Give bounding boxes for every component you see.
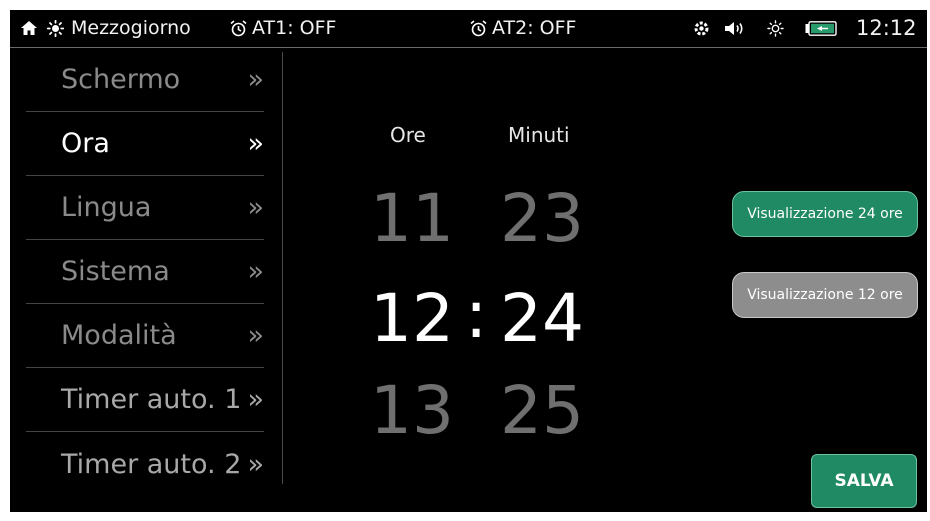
time-separator: : bbox=[465, 276, 488, 353]
hours-column-label: Ore bbox=[390, 123, 426, 147]
chevron-right-icon: » bbox=[247, 192, 264, 223]
sidebar-item-label: Timer auto. 2 bbox=[61, 448, 242, 480]
hours-prev-value[interactable]: 11 bbox=[370, 186, 454, 252]
home-icon[interactable] bbox=[20, 19, 38, 37]
status-bar: Mezzogiorno AT1: OFF AT2: OFF 12:12 bbox=[10, 10, 927, 48]
mode-label: Mezzogiorno bbox=[71, 17, 191, 39]
hours-next-value[interactable]: 13 bbox=[370, 378, 454, 444]
sidebar-item-sistema[interactable]: Sistema » bbox=[26, 240, 264, 304]
sidebar-item-label: Timer auto. 1 bbox=[61, 384, 242, 415]
sidebar-item-timer-auto-1[interactable]: Timer auto. 1 » bbox=[26, 368, 264, 432]
sidebar-item-label: Modalità bbox=[61, 320, 177, 351]
sidebar-item-ora[interactable]: Ora » bbox=[26, 112, 264, 176]
sidebar-item-label: Ora bbox=[61, 128, 110, 159]
gear-icon bbox=[693, 20, 710, 37]
timer1-status: AT1: OFF bbox=[252, 17, 337, 39]
battery-icon bbox=[805, 21, 837, 36]
alarm-clock-icon bbox=[229, 19, 248, 38]
timer2-status: AT2: OFF bbox=[492, 17, 577, 39]
chevron-right-icon: » bbox=[247, 384, 264, 415]
save-button[interactable]: SALVA bbox=[811, 454, 917, 508]
sidebar-item-lingua[interactable]: Lingua » bbox=[26, 176, 264, 240]
minutes-prev-value[interactable]: 23 bbox=[500, 186, 584, 252]
clock: 12:12 bbox=[856, 16, 917, 40]
hours-current-value[interactable]: 12 bbox=[370, 286, 454, 352]
chevron-right-icon: » bbox=[247, 64, 264, 95]
minutes-column-label: Minuti bbox=[508, 123, 570, 147]
sidebar-item-label: Sistema bbox=[61, 256, 170, 287]
sun-mode-icon bbox=[47, 20, 64, 37]
brightness-icon bbox=[767, 20, 784, 37]
settings-screen: Mezzogiorno AT1: OFF AT2: OFF 12:12 Sche… bbox=[10, 10, 927, 512]
chevron-right-icon: » bbox=[247, 128, 264, 159]
sidebar: Schermo » Ora » Lingua » Sistema » Modal… bbox=[10, 48, 282, 512]
sidebar-divider bbox=[282, 52, 283, 484]
alarm-clock-icon bbox=[469, 19, 488, 38]
chevron-right-icon: » bbox=[247, 256, 264, 287]
sidebar-item-schermo[interactable]: Schermo » bbox=[26, 48, 264, 112]
sidebar-item-timer-auto-2[interactable]: Timer auto. 2 » bbox=[26, 432, 264, 496]
format-24h-button[interactable]: Visualizzazione 24 ore bbox=[732, 191, 918, 237]
chevron-right-icon: » bbox=[247, 448, 264, 480]
sidebar-item-modalita[interactable]: Modalità » bbox=[26, 304, 264, 368]
minutes-next-value[interactable]: 25 bbox=[500, 378, 584, 444]
sidebar-item-label: Lingua bbox=[61, 192, 152, 223]
minutes-current-value[interactable]: 24 bbox=[500, 286, 584, 352]
sidebar-item-label: Schermo bbox=[61, 64, 181, 95]
speaker-icon bbox=[724, 20, 746, 37]
chevron-right-icon: » bbox=[247, 320, 264, 351]
format-12h-button[interactable]: Visualizzazione 12 ore bbox=[732, 272, 918, 318]
